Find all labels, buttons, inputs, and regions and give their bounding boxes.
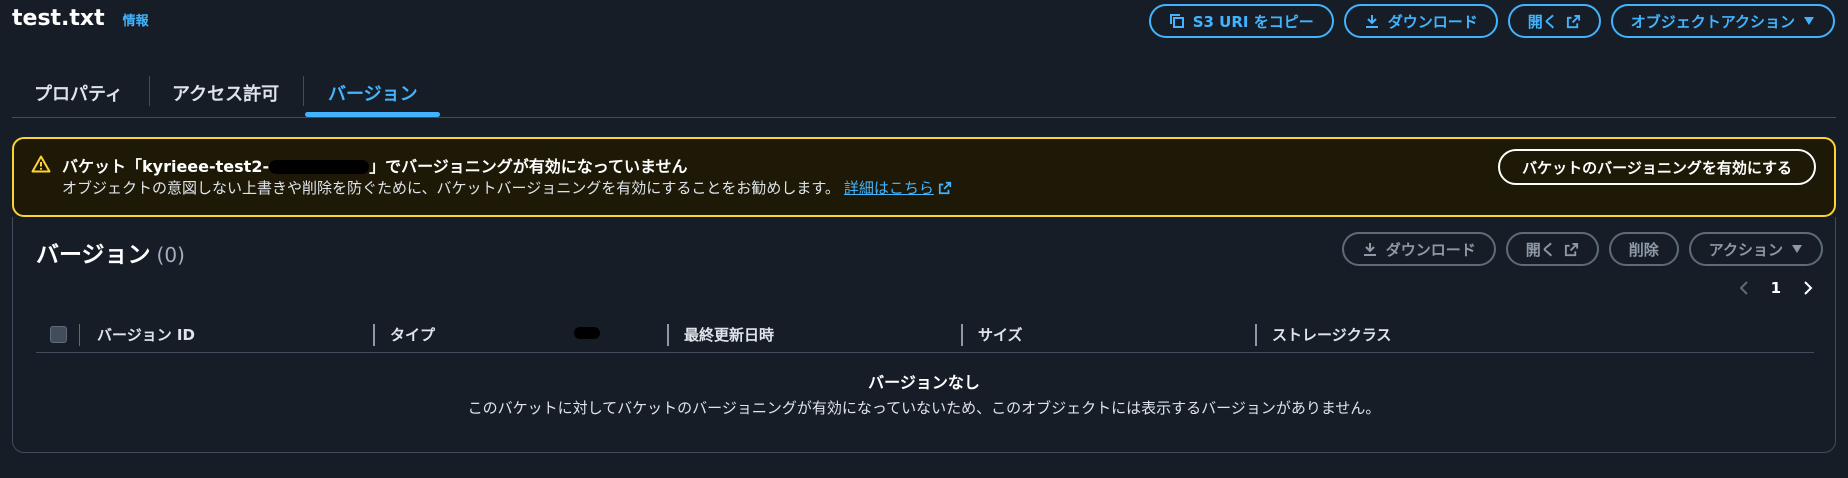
versions-actions-dropdown[interactable]: アクション (1688, 232, 1823, 266)
versions-action-bar: ダウンロード 開く 削除 アクション (1341, 232, 1823, 266)
versions-heading: バージョン (0) (36, 235, 185, 269)
empty-state-title: バージョンなし (868, 373, 980, 392)
versions-count: (0) (156, 243, 185, 267)
chevron-left-icon[interactable] (1739, 280, 1749, 296)
warning-title-suffix: 」でバージョニングが有効になっていません (369, 157, 688, 176)
column-divider[interactable] (373, 324, 375, 346)
warning-icon (31, 155, 51, 173)
page-title: test.txt (12, 6, 105, 31)
versions-open-button[interactable]: 開く (1505, 232, 1599, 266)
external-link-icon (938, 181, 952, 194)
top-action-bar: S3 URI をコピー ダウンロード 開く オブジェクトアクション (1148, 4, 1835, 38)
warning-body: オブジェクトの意図しない上書きや削除を防ぐために、バケットバージョニングを有効に… (62, 177, 952, 198)
tab-permissions[interactable]: アクセス許可 (172, 68, 279, 118)
versions-panel: バージョン (0) ダウンロード 開く 削除 アクション 1 バージョン ID … (12, 217, 1836, 453)
column-divider[interactable] (1255, 324, 1257, 346)
column-type[interactable]: タイプ (390, 324, 435, 345)
tab-properties[interactable]: プロパティ (34, 68, 123, 118)
versioning-warning-banner: バケット「kyrieee-test2- 」でバージョニングが有効になっていません … (12, 137, 1836, 217)
learn-more-label: 詳細はこちら (843, 179, 934, 197)
caret-down-icon (1804, 17, 1814, 25)
external-link-icon (1566, 14, 1580, 28)
copy-s3-uri-button[interactable]: S3 URI をコピー (1148, 4, 1334, 38)
versions-delete-button[interactable]: 削除 (1608, 232, 1679, 266)
empty-state-message: このバケットに対してバケットのバージョニングが有効になっていないため、このオブジ… (467, 399, 1381, 417)
versions-title: バージョン (36, 242, 151, 268)
open-label: 開く (1527, 12, 1558, 31)
redaction-mark (269, 159, 370, 174)
column-storage-class[interactable]: ストレージクラス (1272, 324, 1391, 345)
tab-divider (149, 76, 150, 106)
active-tab-indicator (305, 112, 440, 117)
download-icon (1365, 15, 1378, 28)
object-actions-label: オブジェクトアクション (1630, 12, 1795, 31)
versions-download-button[interactable]: ダウンロード (1341, 232, 1496, 266)
column-divider[interactable] (961, 324, 963, 346)
pagination: 1 (1739, 279, 1813, 297)
column-version-id[interactable]: バージョン ID (97, 324, 195, 345)
warning-title-prefix: バケット「kyrieee-test2- (62, 157, 270, 176)
warning-body-text: オブジェクトの意図しない上書きや削除を防ぐために、バケットバージョニングを有効に… (62, 179, 840, 197)
enable-versioning-button[interactable]: バケットのバージョニングを有効にする (1498, 149, 1816, 185)
learn-more-link[interactable]: 詳細はこちら (844, 177, 952, 198)
versions-download-label: ダウンロード (1385, 240, 1476, 259)
caret-down-icon (1792, 245, 1802, 253)
download-button[interactable]: ダウンロード (1343, 4, 1498, 38)
column-divider[interactable] (667, 324, 669, 346)
object-detail-page: test.txt 情報 S3 URI をコピー ダウンロード 開く オブジェクト… (0, 0, 1848, 478)
versions-actions-label: アクション (1708, 240, 1783, 259)
tab-versions[interactable]: バージョン (328, 68, 418, 118)
versions-open-label: 開く (1525, 240, 1556, 259)
warning-title: バケット「kyrieee-test2- 」でバージョニングが有効になっていません (62, 153, 688, 177)
select-all-checkbox[interactable] (50, 326, 67, 343)
versions-table-header: バージョン ID タイプ 最終更新日時 サイズ ストレージクラス (36, 317, 1814, 353)
download-icon (1363, 243, 1376, 256)
column-divider (79, 324, 80, 346)
copy-icon (1169, 14, 1184, 28)
redaction-mark (574, 327, 600, 339)
tab-divider (303, 76, 304, 106)
open-button[interactable]: 開く (1507, 4, 1601, 38)
current-page[interactable]: 1 (1771, 279, 1781, 297)
chevron-right-icon[interactable] (1803, 280, 1813, 296)
column-size[interactable]: サイズ (978, 324, 1023, 345)
external-link-icon (1564, 242, 1578, 256)
download-label: ダウンロード (1387, 12, 1478, 31)
tab-bar: プロパティ アクセス許可 バージョン (12, 68, 1836, 118)
page-header: test.txt 情報 (12, 6, 149, 31)
object-actions-dropdown[interactable]: オブジェクトアクション (1610, 4, 1835, 38)
copy-s3-uri-label: S3 URI をコピー (1192, 12, 1314, 31)
column-last-modified[interactable]: 最終更新日時 (684, 324, 774, 345)
info-link[interactable]: 情報 (123, 10, 149, 29)
